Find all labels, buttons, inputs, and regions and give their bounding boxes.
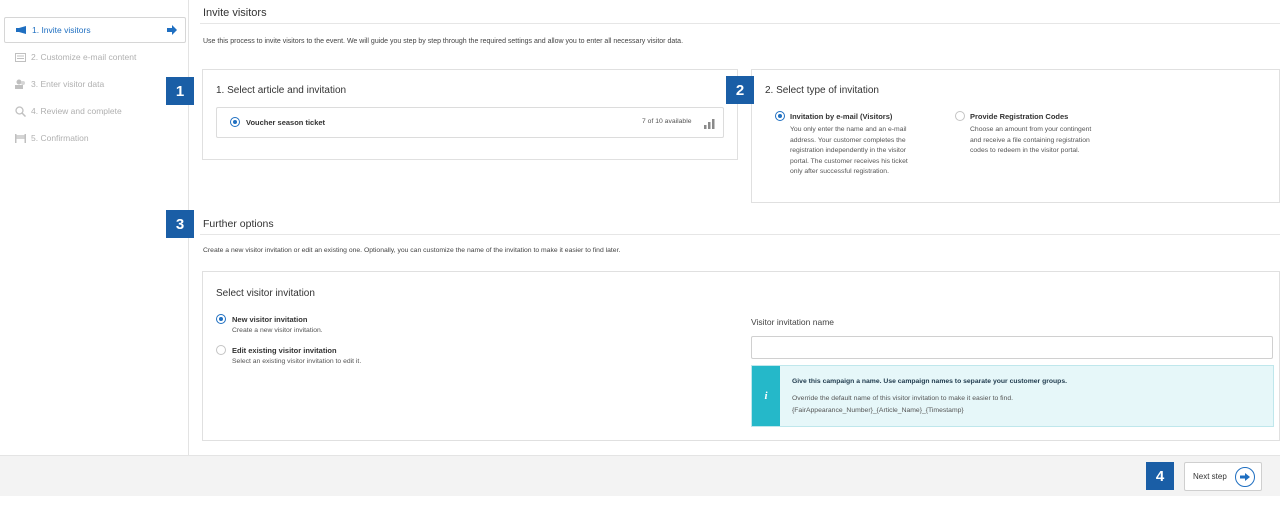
info-line-2: {FairAppearance_Number}_{Article_Name}_{… (792, 407, 964, 414)
invitation-name-label: Visitor invitation name (751, 317, 834, 327)
next-step-label: Next step (1193, 472, 1227, 481)
registration-codes-desc-2: and receive a file containing registrati… (970, 136, 1090, 144)
further-divider (200, 234, 1280, 235)
sidebar-step-enter-visitor-data[interactable]: 3. Enter visitor data (4, 71, 186, 97)
info-title: Give this campaign a name. Use campaign … (792, 378, 1067, 385)
bar-chart-icon (704, 116, 715, 134)
sidebar-step-confirmation[interactable]: 5. Confirmation (4, 125, 186, 151)
next-step-button[interactable]: Next step (1184, 462, 1262, 491)
email-invitation-title: Invitation by e-mail (Visitors) (790, 112, 893, 121)
sidebar-step-label: 1. Invite visitors (32, 25, 91, 35)
article-panel-title: 1. Select article and invitation (216, 85, 347, 96)
edit-invitation-radio[interactable] (216, 345, 226, 355)
search-icon (14, 105, 26, 117)
sidebar-step-label: 3. Enter visitor data (31, 79, 105, 89)
further-options-title: Further options (203, 218, 274, 230)
megaphone-icon (15, 25, 27, 35)
title-divider (200, 23, 1280, 24)
invite-visitors-page: 1. Invite visitors 2. Customize e-mail c… (0, 0, 1280, 509)
new-invitation-title: New visitor invitation (232, 315, 308, 324)
sidebar-step-label: 4. Review and complete (31, 106, 122, 116)
sidebar-step-label: 5. Confirmation (31, 133, 89, 143)
edit-invitation-desc: Select an existing visitor invitation to… (232, 358, 362, 365)
registration-codes-title: Provide Registration Codes (970, 112, 1069, 121)
email-invitation-desc-2: address. Your customer completes the (790, 136, 906, 144)
availability-text: 7 of 10 available (642, 118, 692, 125)
registration-codes-desc-3: codes to redeem in the visitor portal. (970, 147, 1080, 154)
new-invitation-radio[interactable] (216, 314, 226, 324)
new-invitation-desc: Create a new visitor invitation. (232, 327, 323, 334)
info-box: i Give this campaign a name. Use campaig… (751, 365, 1274, 427)
step-badge-2: 2 (726, 76, 754, 104)
sidebar-step-review[interactable]: 4. Review and complete (4, 98, 186, 124)
email-invitation-desc-3: registration independently in the visito… (790, 147, 906, 154)
arrow-right-circle-icon (1235, 467, 1255, 487)
visitor-invitation-panel-title: Select visitor invitation (216, 288, 315, 299)
users-icon (14, 79, 26, 89)
sidebar-step-label: 2. Customize e-mail content (31, 52, 137, 62)
sidebar: 1. Invite visitors 2. Customize e-mail c… (0, 0, 189, 455)
registration-codes-radio[interactable] (955, 111, 965, 121)
step-badge-3: 3 (166, 210, 194, 238)
article-item-label: Voucher season ticket (246, 118, 326, 127)
further-options-description: Create a new visitor invitation or edit … (203, 247, 621, 254)
email-invitation-desc-5: only after successful registration. (790, 168, 889, 175)
arrow-right-icon (167, 25, 177, 35)
edit-invitation-title: Edit existing visitor invitation (232, 346, 337, 355)
email-icon (14, 52, 26, 62)
info-line-1: Override the default name of this visito… (792, 395, 1014, 402)
flag-icon (14, 133, 26, 143)
email-invitation-desc-1: You only enter the name and an e-mail (790, 126, 907, 133)
sidebar-step-customize-email[interactable]: 2. Customize e-mail content (4, 44, 186, 70)
step-badge-4: 4 (1146, 462, 1174, 490)
article-radio[interactable] (230, 117, 240, 127)
info-icon: i (752, 366, 780, 426)
footer-bar (0, 455, 1280, 496)
registration-codes-desc-1: Choose an amount from your contingent (970, 126, 1092, 133)
email-invitation-radio[interactable] (775, 111, 785, 121)
sidebar-step-invite-visitors[interactable]: 1. Invite visitors (4, 17, 186, 43)
email-invitation-desc-4: portal. The customer receives his ticket (790, 157, 908, 165)
page-description: Use this process to invite visitors to t… (203, 38, 684, 45)
type-panel-title: 2. Select type of invitation (765, 85, 879, 96)
invitation-name-input[interactable] (751, 336, 1273, 359)
step-badge-1: 1 (166, 77, 194, 105)
page-title: Invite visitors (203, 7, 267, 19)
